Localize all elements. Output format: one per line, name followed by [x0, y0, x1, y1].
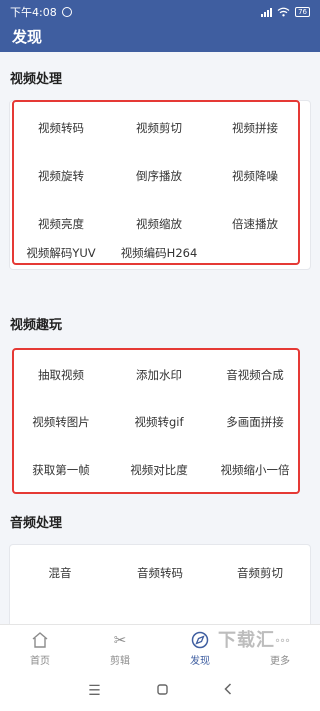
nav-edit-label: 剪辑 [110, 656, 130, 667]
item-multi-screen[interactable]: 多画面拼接 [205, 414, 305, 430]
alarm-icon [61, 7, 72, 17]
audio-processing-card: 混音 音频转码 音频剪切 [9, 544, 311, 624]
watermark-dots: °°° [275, 638, 290, 649]
item-video-scale[interactable]: 视频缩放 [109, 216, 209, 232]
scissors-icon: ✂ [113, 631, 127, 649]
home-square-icon[interactable] [157, 683, 168, 699]
item-video-denoise[interactable]: 视频降噪 [205, 168, 305, 184]
item-extract-video[interactable]: 抽取视频 [11, 367, 111, 383]
watermark-text: 下载汇 [218, 630, 275, 651]
item-video-rotate[interactable]: 视频旋转 [11, 168, 111, 184]
item-video-shrink[interactable]: 视频缩小一倍 [205, 462, 305, 478]
item-video-concat[interactable]: 视频拼接 [205, 120, 305, 136]
nav-edit[interactable]: ✂ 剪辑 [80, 625, 160, 670]
cell-signal-icon [261, 7, 273, 17]
item-audio-cut[interactable]: 音频剪切 [210, 565, 310, 581]
watermark-logo: 下载汇°°° [218, 626, 290, 652]
discover-icon [190, 631, 210, 649]
item-video-cut[interactable]: 视频剪切 [109, 120, 209, 136]
section-title-video-processing: 视频处理 [10, 72, 63, 87]
nav-discover-label: 发现 [190, 656, 210, 667]
status-time: 下午4:08 [10, 6, 57, 19]
status-left: 下午4:08 [10, 4, 72, 20]
item-video-transcode[interactable]: 视频转码 [11, 120, 111, 136]
item-first-frame[interactable]: 获取第一帧 [11, 462, 111, 478]
highlight-box-video-fun: 抽取视频 添加水印 音视频合成 视频转图片 视频转gif 多画面拼接 获取第一帧… [12, 348, 300, 494]
item-speed-play[interactable]: 倍速播放 [205, 216, 305, 232]
system-nav-bar: ☰ [0, 670, 320, 711]
battery-icon: 76 [295, 7, 310, 17]
item-video-to-image[interactable]: 视频转图片 [11, 414, 111, 430]
nav-home-label: 首页 [30, 656, 50, 667]
item-audio-transcode[interactable]: 音频转码 [110, 565, 210, 581]
item-audio-mix[interactable]: 混音 [10, 565, 110, 581]
item-reverse-play[interactable]: 倒序播放 [109, 168, 209, 184]
item-video-to-gif[interactable]: 视频转gif [109, 414, 209, 430]
status-right: 76 [261, 7, 310, 17]
nav-more-label: 更多 [270, 656, 290, 667]
menu-icon[interactable]: ☰ [88, 683, 101, 699]
section-title-audio-processing: 音频处理 [10, 516, 63, 531]
wifi-icon [277, 7, 290, 17]
app-bar: 发现 [0, 24, 320, 52]
item-av-merge[interactable]: 音视频合成 [205, 367, 305, 383]
nav-home[interactable]: 首页 [0, 625, 80, 670]
back-icon[interactable] [224, 682, 232, 699]
status-bar: 下午4:08 76 [0, 0, 320, 24]
item-encode-h264[interactable]: 视频编码H264 [109, 245, 209, 261]
home-icon [30, 631, 50, 649]
section-title-video-fun: 视频趣玩 [10, 318, 63, 333]
item-decode-yuv[interactable]: 视频解码YUV [11, 245, 111, 261]
item-add-watermark[interactable]: 添加水印 [109, 367, 209, 383]
item-video-contrast[interactable]: 视频对比度 [109, 462, 209, 478]
content-area: 视频处理 视频转码 视频剪切 视频拼接 视频旋转 倒序播放 视频降噪 视频亮度 … [0, 52, 320, 624]
page-title: 发现 [12, 28, 43, 46]
highlight-box-video-processing: 视频转码 视频剪切 视频拼接 视频旋转 倒序播放 视频降噪 视频亮度 视频缩放 … [12, 100, 300, 265]
item-video-brightness[interactable]: 视频亮度 [11, 216, 111, 232]
